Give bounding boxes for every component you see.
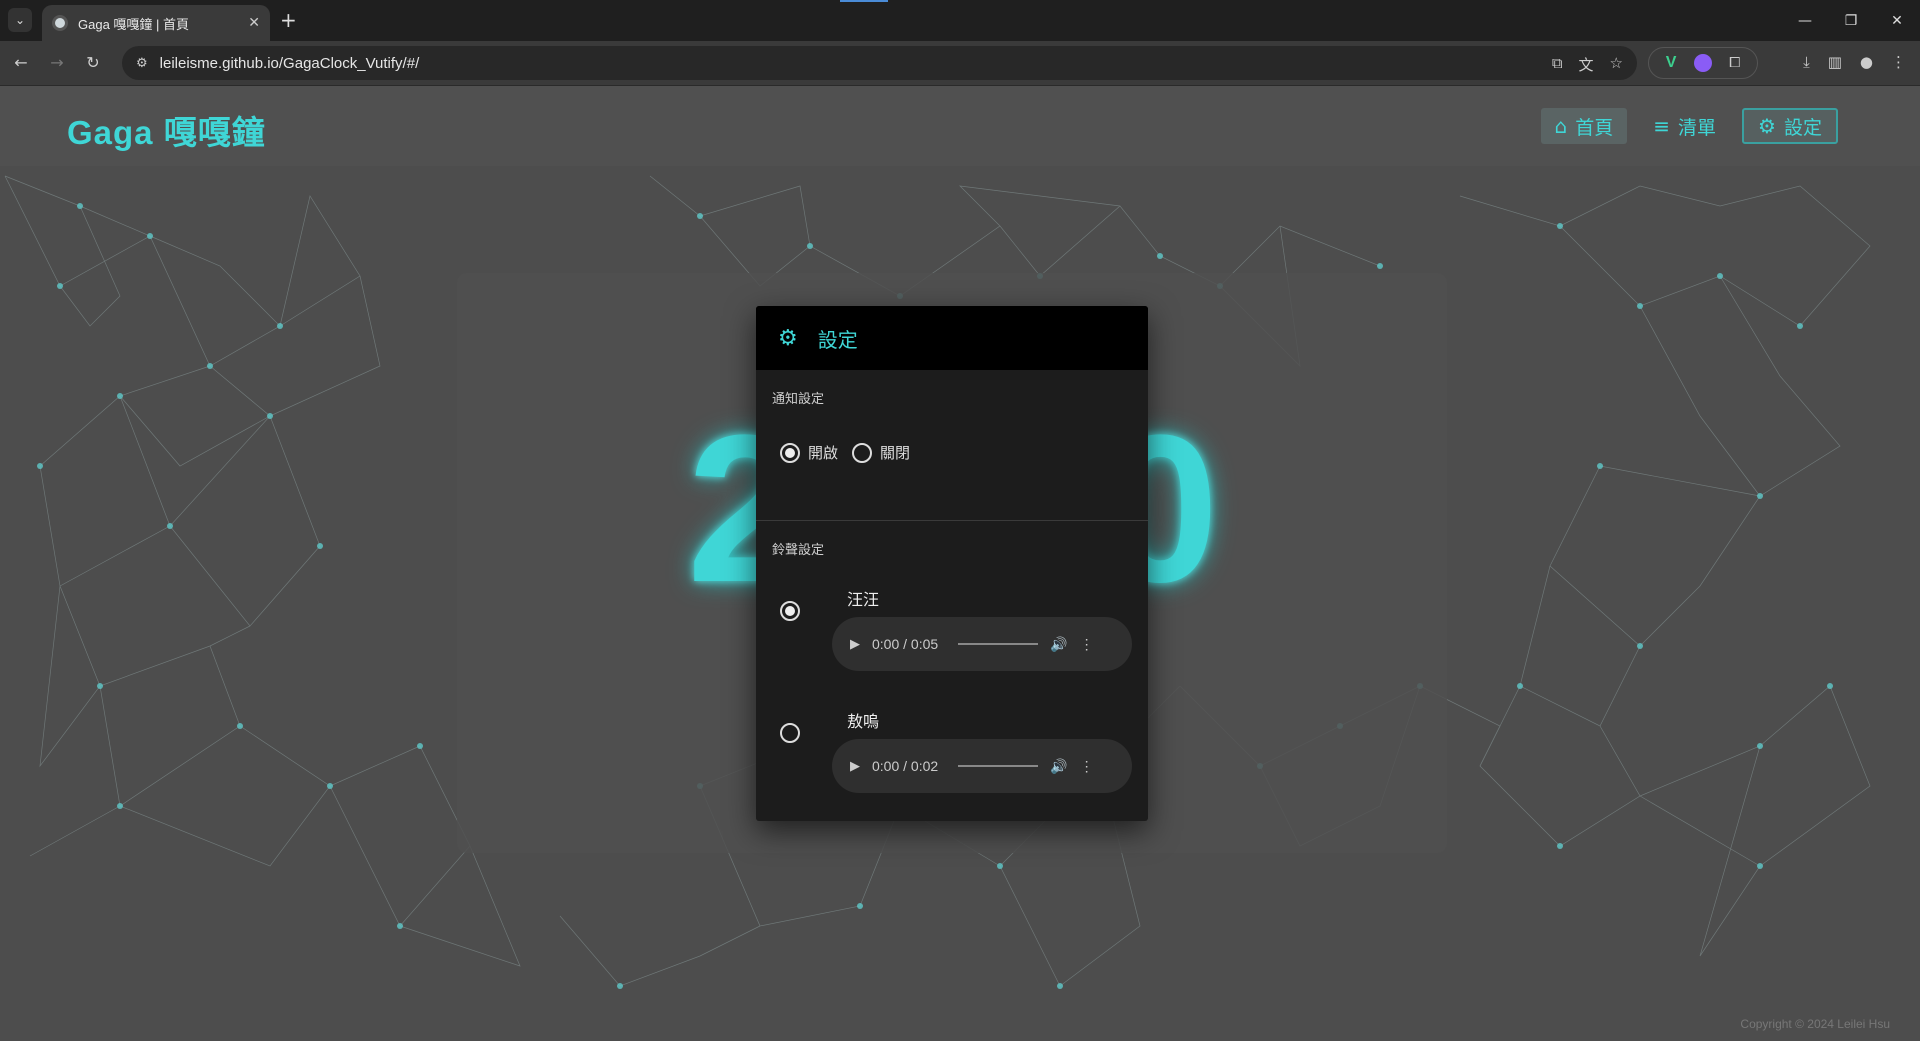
more-options-icon[interactable]: ⋮ [1080, 636, 1094, 653]
audio-player-1[interactable]: ▶ 0:00 / 0:05 🔊 ⋮ [832, 617, 1132, 671]
audio-player-2[interactable]: ▶ 0:00 / 0:02 🔊 ⋮ [832, 739, 1132, 793]
browser-toolbar: ← → ↻ ⚙ leileisme.github.io/GagaClock_Vu… [0, 41, 1920, 86]
browser-tabstrip: ⌄ Gaga 嘎嘎鐘 | 首頁 ✕ + — ❐ ✕ [0, 0, 1920, 41]
notify-off-radio[interactable] [852, 442, 873, 463]
nav-list-label: 清單 [1678, 116, 1717, 139]
nav-home-button[interactable]: ⌂ 首頁 [1540, 108, 1628, 144]
audio-progress-2[interactable] [958, 765, 1039, 767]
audio-time-2: 0:00 / 0:02 [872, 758, 939, 774]
volume-icon[interactable]: 🔊 [1050, 758, 1067, 775]
site-info-icon[interactable]: ⚙ [136, 56, 148, 71]
volume-icon[interactable]: 🔊 [1050, 636, 1067, 653]
translate-icon[interactable]: 文 [1579, 54, 1594, 75]
settings-dialog: ⚙ 設定 通知設定 開啟 關閉 鈴聲設定 汪汪 ▶ 0:00 / 0:05 🔊 … [756, 306, 1148, 821]
dialog-title: 設定 [817, 327, 858, 352]
url-text: leileisme.github.io/GagaClock_Vutify/#/ [159, 54, 420, 72]
new-tab-button[interactable]: + [280, 8, 297, 32]
audio-progress-1[interactable] [958, 643, 1039, 645]
play-icon[interactable]: ▶ [850, 758, 860, 774]
ring-section-label: 鈴聲設定 [772, 543, 825, 558]
reload-button[interactable]: ↻ [82, 53, 104, 72]
home-icon: ⌂ [1554, 114, 1568, 138]
nav-settings-label: 設定 [1783, 116, 1822, 139]
notify-on-radio[interactable] [780, 442, 800, 463]
notify-on-label[interactable]: 開啟 [808, 442, 838, 463]
audio-time-1: 0:00 / 0:05 [872, 636, 939, 652]
side-panel-icon[interactable]: ▥ [1828, 53, 1842, 71]
tab-title: Gaga 嘎嘎鐘 | 首頁 [78, 16, 190, 32]
window-controls: — ❐ ✕ [1782, 0, 1920, 41]
app-nav: ⌂ 首頁 ≡ 清單 ⚙ 設定 [1540, 108, 1838, 144]
ring-name-2: 敖嗚 [847, 712, 880, 731]
gear-icon: ⚙ [778, 325, 798, 351]
extension-icon[interactable] [1693, 54, 1712, 72]
close-window-button[interactable]: ✕ [1874, 0, 1920, 41]
app-bar: Gaga 嘎嘎鐘 ⌂ 首頁 ≡ 清單 ⚙ 設定 [0, 86, 1920, 166]
bookmark-star-icon[interactable]: ☆ [1610, 54, 1623, 75]
notify-off-label[interactable]: 關閉 [880, 442, 910, 463]
more-options-icon[interactable]: ⋮ [1080, 758, 1094, 775]
restore-button[interactable]: ❐ [1828, 0, 1874, 41]
menu-icon[interactable]: ⋮ [1891, 53, 1906, 71]
footer-copyright: Copyright © 2024 Leilei Hsu [1740, 1017, 1890, 1031]
notify-radio-group: 開啟 關閉 [780, 442, 910, 463]
favicon-icon [52, 15, 68, 31]
tab-list-button[interactable]: ⌄ [8, 8, 32, 32]
browser-tab[interactable]: Gaga 嘎嘎鐘 | 首頁 ✕ [42, 5, 270, 41]
profile-icon[interactable]: ● [1860, 53, 1873, 71]
nav-home-label: 首頁 [1575, 116, 1614, 139]
ring-name-1: 汪汪 [847, 590, 880, 609]
ring-radio-1[interactable] [780, 601, 800, 621]
nav-list-button[interactable]: ≡ 清單 [1639, 108, 1730, 144]
extensions-group: V ⧠ [1648, 47, 1758, 79]
minimize-button[interactable]: — [1782, 0, 1828, 41]
playlist-icon: ≡ [1653, 114, 1671, 138]
back-button[interactable]: ← [10, 53, 32, 72]
forward-button[interactable]: → [46, 53, 68, 72]
gear-icon: ⚙ [1758, 114, 1776, 138]
tab-indicator [840, 0, 888, 2]
dialog-header: ⚙ 設定 [756, 306, 1148, 370]
notify-section-label: 通知設定 [772, 392, 825, 407]
install-app-icon[interactable]: ⧉ [1552, 54, 1563, 75]
vue-devtools-icon[interactable]: V [1666, 54, 1677, 72]
ring-radio-2[interactable] [780, 723, 800, 743]
download-icon[interactable]: ⤓ [1803, 53, 1810, 71]
nav-settings-button[interactable]: ⚙ 設定 [1742, 108, 1838, 144]
play-icon[interactable]: ▶ [850, 636, 860, 652]
extensions-puzzle-icon[interactable]: ⧠ [1729, 55, 1740, 71]
address-bar[interactable]: ⚙ leileisme.github.io/GagaClock_Vutify/#… [122, 46, 1637, 80]
section-divider [756, 520, 1148, 521]
close-tab-icon[interactable]: ✕ [248, 15, 260, 31]
app-title: Gaga 嘎嘎鐘 [67, 114, 266, 151]
